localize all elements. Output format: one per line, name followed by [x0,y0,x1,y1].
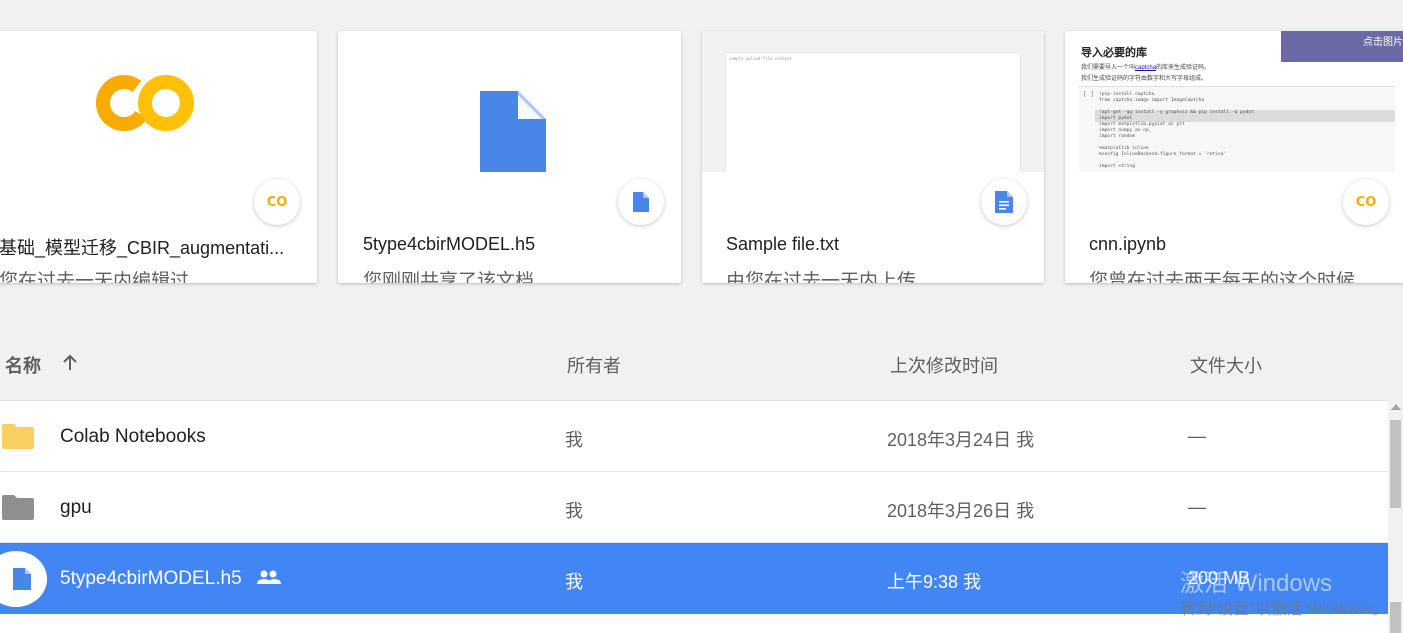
file-icon [480,91,546,172]
card-subtitle: 您刚刚共享了该文档 [363,271,535,283]
row-modified: 2018年3月26日 我 [887,501,1035,521]
scrollbar[interactable] [1388,400,1403,633]
row-owner: 我 [565,430,583,450]
selection-circle [0,551,47,607]
scrollbar-thumb[interactable] [1390,420,1401,508]
card-title: Sample file.txt [726,234,840,254]
column-owner-header[interactable]: 所有者 [567,352,621,378]
notebook-preview: 点击图片上方的“打开” 导入必要的库 我们需要导入一个叫captcha的库来生成… [1065,31,1403,172]
column-modified-header[interactable]: 上次修改时间 [890,352,998,378]
preview-heading: 导入必要的库 [1081,47,1147,59]
row-modified: 2018年3月24日 我 [887,430,1035,450]
row-name: Colab Notebooks [60,426,206,447]
colab-logo-icon [96,75,194,131]
row-size: — [1188,426,1206,446]
arrow-up-icon[interactable] [61,354,79,372]
row-owner: 我 [565,572,583,592]
table-row[interactable]: gpu 我 2018年3月26日 我 — [0,472,1388,543]
card-preview [0,31,317,172]
row-size: — [1188,497,1206,517]
card-subtitle: 您在过去一天内编辑过 [0,271,190,283]
people-icon [257,570,281,584]
cell-brackets: [ ] [1083,91,1094,98]
folder-icon [2,495,34,520]
doc-icon [981,179,1027,225]
colab-icon: CO [1343,179,1389,225]
card-title: 基础_模型迁移_CBIR_augmentati... [0,238,285,258]
column-size-header[interactable]: 文件大小 [1190,352,1262,378]
card-preview [338,31,681,172]
activation-watermark-hint: 转到“设置”以激活 Windows。 [1180,601,1389,618]
preview-banner: 点击图片上方的“打开” [1281,31,1403,62]
card-title: 5type4cbirMODEL.h5 [363,234,536,254]
card-preview: sample upload file content [702,31,1044,172]
row-name: 5type4cbirMODEL.h5 [60,568,242,589]
file-list-header: 名称 所有者 上次修改时间 文件大小 [0,340,1403,386]
preview-code: !pip install captcha from captcha.image i… [1079,86,1395,172]
quick-access-card[interactable]: 5type4cbirMODEL.h5 您刚刚共享了该文档 [338,31,681,283]
scrollbar-track-segment [1390,602,1401,633]
code-line: import string [1099,164,1135,169]
file-icon [618,179,664,225]
card-subtitle: 您曾在过去两天每天的这个时候... [1089,271,1371,283]
drive-page: CO 基础_模型迁移_CBIR_augmentati... 您在过去一天内编辑过… [0,0,1403,633]
quick-access-card[interactable]: sample upload file content Sample file.t… [702,31,1044,283]
quick-access-card[interactable]: CO 基础_模型迁移_CBIR_augmentati... 您在过去一天内编辑过 [0,31,317,283]
table-row[interactable]: Colab Notebooks 我 2018年3月24日 我 — [0,401,1388,472]
card-preview: 点击图片上方的“打开” 导入必要的库 我们需要导入一个叫captcha的库来生成… [1065,31,1403,172]
preview-text: 我们需要导入一个叫captcha的库来生成验证码。 [1081,65,1211,71]
card-subtitle: 由您在过去一天内上传 [726,271,917,283]
scroll-up-icon[interactable] [1391,404,1401,410]
row-name: gpu [60,497,92,518]
colab-icon: CO [254,179,300,225]
preview-text: 我们生成验证码的字符由数字和大写字母组成。 [1081,76,1208,82]
quick-access-card[interactable]: 点击图片上方的“打开” 导入必要的库 我们需要导入一个叫captcha的库来生成… [1065,31,1403,283]
card-title: cnn.ipynb [1089,234,1167,254]
activation-watermark: 激活 Windows [1180,570,1333,597]
row-owner: 我 [565,501,583,521]
folder-icon [2,424,34,449]
row-modified: 上午9:38 我 [887,572,982,592]
txt-preview: sample upload file content [726,53,1020,172]
file-icon [13,568,31,590]
column-name-header[interactable]: 名称 [5,352,41,378]
